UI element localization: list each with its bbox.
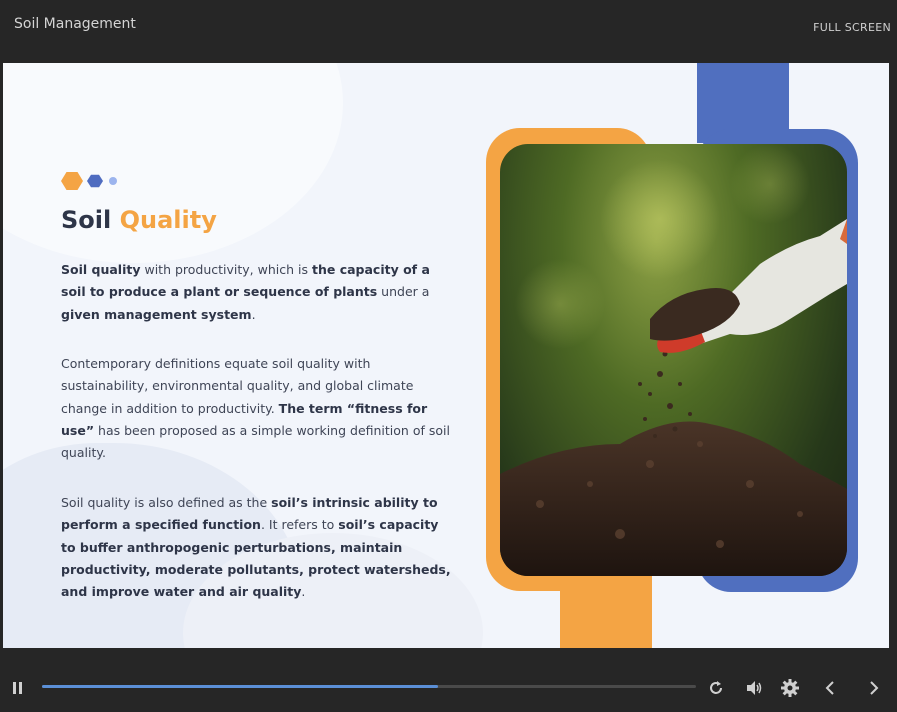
paragraph-text-segment: . It refers to: [260, 517, 339, 533]
dot-icon: [109, 177, 117, 185]
progress-bar[interactable]: [42, 685, 696, 688]
course-title: Soil Management: [14, 16, 136, 32]
gloved-hand-pouring-soil-photo: [500, 144, 847, 576]
settings-icon: [781, 679, 799, 697]
paragraph-text-segment: with productivity, which is: [140, 262, 312, 277]
paragraph-3: Soil quality is also defined as the soil…: [61, 492, 453, 603]
replay-button[interactable]: [706, 678, 726, 698]
replay-icon: [710, 681, 722, 694]
slide-title: Soil Quality: [61, 206, 217, 234]
chevron-right-icon: [870, 681, 879, 695]
soil-photo: [500, 144, 847, 576]
full-screen-button[interactable]: FULL SCREEN: [813, 21, 891, 34]
paragraph-text-segment: Soil quality: [61, 262, 141, 277]
paragraph-text-segment: under a: [377, 284, 430, 300]
volume-button[interactable]: [744, 678, 764, 698]
paragraph-text-segment: .: [301, 584, 306, 600]
next-slide-button[interactable]: [864, 678, 884, 698]
paragraph-text-segment: has been proposed as a simple working de…: [61, 422, 450, 461]
pause-button[interactable]: [8, 678, 28, 698]
chevron-left-icon: [825, 681, 834, 695]
player-control-bar: [0, 648, 897, 712]
slide-title-accent: Quality: [119, 206, 217, 234]
slide-canvas: Soil Quality Soil quality with productiv…: [3, 63, 889, 648]
volume-icon: [747, 681, 762, 695]
paragraph-1: Soil quality with productivity, which is…: [61, 259, 453, 326]
hexagon-icon: [61, 172, 83, 190]
paragraph-2: Contemporary definitions equate soil qua…: [61, 353, 453, 464]
settings-button[interactable]: [780, 678, 800, 698]
previous-slide-button[interactable]: [820, 678, 840, 698]
decorative-hexagons: [61, 171, 117, 191]
paragraph-text-segment: .: [251, 306, 256, 322]
paragraph-text-segment: Soil quality is also defined as the: [61, 495, 272, 510]
hexagon-icon: [87, 174, 103, 188]
pause-icon: [13, 682, 22, 694]
paragraph-text-segment: given management system: [61, 306, 252, 322]
slide-title-main: Soil: [61, 206, 112, 234]
top-bar: Soil Management FULL SCREEN: [0, 0, 897, 62]
progress-fill: [42, 685, 438, 688]
